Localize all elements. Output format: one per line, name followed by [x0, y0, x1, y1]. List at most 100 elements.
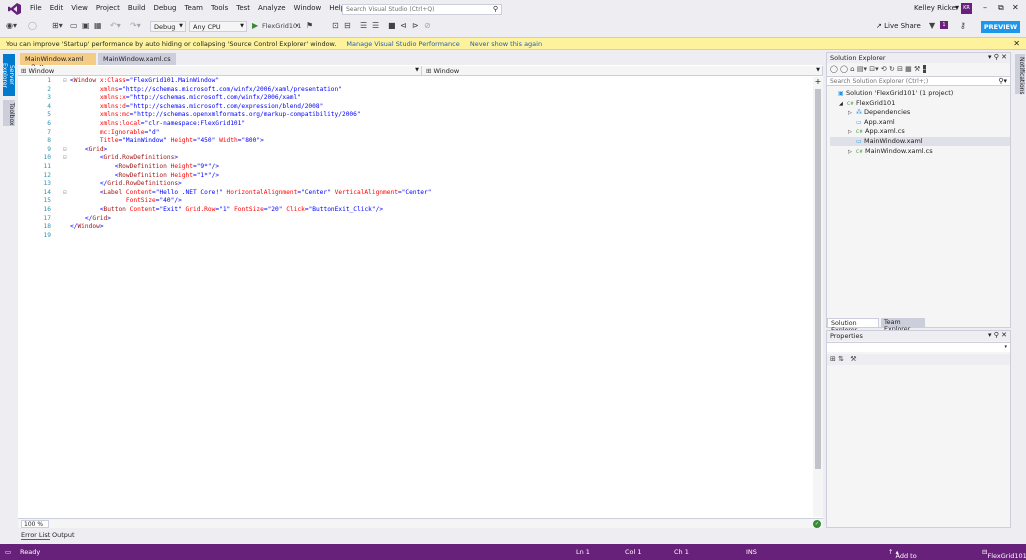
avatar[interactable]: KR — [961, 3, 972, 14]
code-line[interactable]: 17 </Grid> — [18, 215, 813, 224]
account-icon[interactable]: ⚷ — [960, 21, 966, 30]
tree-item[interactable]: ▣ Solution 'FlexGrid101' (1 project) — [830, 89, 1010, 98]
notification-badge[interactable]: 1 — [940, 21, 948, 29]
save-all-icon[interactable]: ▦ — [94, 21, 102, 30]
code-line[interactable]: 4 xmlns:d="http://schemas.microsoft.com/… — [18, 103, 813, 112]
open-folder-icon[interactable]: ▭ — [70, 21, 78, 30]
solution-platforms-dropdown[interactable]: Any CPU ▼ — [189, 21, 247, 32]
tree-item[interactable]: ▭ MainWindow.xaml — [830, 137, 1010, 146]
code-line[interactable]: 2 xmlns="http://schemas.microsoft.com/wi… — [18, 86, 813, 95]
code-line[interactable]: 14 ⊟ <Label Content="Hello .NET Core!" Ho… — [18, 189, 813, 198]
tab-output[interactable]: Output — [52, 531, 75, 539]
menu-item-analyze[interactable]: Analyze — [254, 4, 290, 12]
status-project[interactable]: ⊟ FlexGrid101 — [982, 548, 1026, 560]
nav-element-dropdown[interactable]: ⊞ Window ▼ — [18, 66, 422, 76]
back-icon[interactable]: ◯ — [830, 65, 838, 73]
properties-object-selector[interactable]: ▾ — [827, 342, 1010, 352]
code-line[interactable]: 11 <RowDefinition Height="9*"/> — [18, 163, 813, 172]
new-project-icon[interactable]: ⊞▾ — [52, 21, 63, 30]
menu-item-build[interactable]: Build — [124, 4, 150, 12]
quick-launch-search[interactable]: Search Visual Studio (Ctrl+Q) ⚲ — [342, 4, 502, 15]
preview-selected-icon[interactable]: – — [922, 65, 927, 73]
close-icon[interactable]: ✕ — [1001, 53, 1007, 61]
tab-mainwindow-xaml-cs[interactable]: MainWindow.xaml.cs — [98, 53, 176, 65]
menu-item-project[interactable]: Project — [92, 4, 124, 12]
uncomment-icon[interactable]: ☰ — [372, 21, 379, 30]
split-editor-icon[interactable]: + — [813, 77, 823, 86]
property-pages-icon[interactable]: ⚒ — [850, 355, 856, 363]
bookmark-next-icon[interactable]: ⊳ — [412, 21, 419, 30]
code-line[interactable]: 1 ⊟ <Window x:Class="FlexGrid101.MainWindo… — [18, 77, 813, 86]
back-icon[interactable]: ◉▾ — [6, 21, 17, 30]
switch-views-icon[interactable]: ▤▾ — [857, 65, 867, 73]
code-text-area[interactable]: 1 ⊟ <Window x:Class="FlexGrid101.MainWindo… — [18, 77, 813, 517]
code-line[interactable]: 7 mc:Ignorable="d" — [18, 129, 813, 138]
close-icon[interactable]: ✕ — [1001, 331, 1007, 339]
expand-arrow-icon[interactable]: ▷ — [848, 110, 856, 116]
tree-item[interactable]: ▷ C# App.xaml.cs — [830, 127, 1010, 136]
code-line[interactable]: 8 Title="MainWindow" Height="450" Width=… — [18, 137, 813, 146]
menu-item-edit[interactable]: Edit — [46, 4, 68, 12]
code-line[interactable]: 3 xmlns:x="http://schemas.microsoft.com/… — [18, 94, 813, 103]
sync-icon[interactable]: ⟲ — [881, 65, 887, 73]
code-line[interactable]: 15 FontSize="40"/> — [18, 197, 813, 206]
solution-configurations-dropdown[interactable]: Debug ▼ — [150, 21, 186, 32]
server-explorer-tab[interactable]: Server Explorer — [1, 54, 15, 96]
close-window-icon[interactable]: ✕ — [1012, 3, 1019, 12]
tree-item[interactable]: ▭ App.xaml — [830, 118, 1010, 127]
tree-item[interactable]: ◢ C# FlexGrid101 — [830, 99, 1010, 108]
search-icon[interactable]: ⚲▾ — [998, 77, 1007, 85]
fold-toggle-icon[interactable]: ⊟ — [63, 77, 67, 84]
menu-item-debug[interactable]: Debug — [149, 4, 180, 12]
expand-arrow-icon[interactable]: ▷ — [848, 129, 856, 135]
fold-toggle-icon[interactable]: ⊟ — [63, 189, 67, 196]
forward-icon[interactable]: ◯ — [840, 65, 848, 73]
bookmark-prev-icon[interactable]: ⊲ — [400, 21, 407, 30]
redo-icon[interactable]: ↷▾ — [130, 21, 141, 30]
code-line[interactable]: 10 ⊟ <Grid.RowDefinitions> — [18, 154, 813, 163]
user-name[interactable]: Kelley Ricker — [914, 4, 959, 12]
code-line[interactable]: 9 ⊟ <Grid> — [18, 146, 813, 155]
tree-item[interactable]: ▷ ⁂ Dependencies — [830, 108, 1010, 117]
window-position-icon[interactable]: ▾ — [988, 53, 992, 61]
never-show-link[interactable]: Never show this again — [470, 40, 542, 48]
no-issues-icon[interactable]: ✓ — [813, 520, 821, 528]
menu-item-tools[interactable]: Tools — [207, 4, 232, 12]
tab-team-explorer[interactable]: Team Explorer — [881, 318, 925, 333]
preview-button[interactable]: PREVIEW — [981, 21, 1020, 33]
bookmark-icon[interactable]: ■ — [388, 21, 396, 30]
nav-member-dropdown[interactable]: ⊞ Window ▼ — [423, 66, 823, 76]
zoom-dropdown[interactable]: 100 % ▾ — [21, 520, 49, 535]
home-icon[interactable]: ⌂ — [850, 65, 854, 73]
categorized-icon[interactable]: ⊞ — [830, 355, 836, 363]
tab-solution-explorer[interactable]: Solution Explorer — [827, 318, 879, 334]
minimize-icon[interactable]: – — [983, 3, 987, 12]
menu-item-team[interactable]: Team — [180, 4, 207, 12]
code-line[interactable]: 16 <Button Content="Exit" Grid.Row="1" F… — [18, 206, 813, 215]
code-line[interactable]: 19 — [18, 232, 813, 241]
live-share-button[interactable]: ↗ Live Share — [876, 22, 921, 30]
close-icon[interactable]: ✕ — [1013, 39, 1020, 48]
pin-icon[interactable]: ⚲ — [994, 331, 999, 339]
alphabetical-icon[interactable]: ⇅ — [838, 355, 844, 363]
start-target-dropdown-icon[interactable]: ▾ — [296, 23, 299, 29]
search-icon[interactable]: ⚲ — [493, 5, 498, 13]
comment-icon[interactable]: ☰ — [360, 21, 367, 30]
manage-performance-link[interactable]: Manage Visual Studio Performance — [346, 40, 459, 48]
scrollbar-thumb[interactable] — [815, 89, 821, 469]
notifications-tab[interactable]: Notifications — [1015, 54, 1025, 95]
properties-icon[interactable]: ⚒ — [914, 65, 920, 73]
undo-icon[interactable]: ↶▾ — [110, 21, 121, 30]
code-line[interactable]: 5 xmlns:mc="http://schemas.openxmlformat… — [18, 111, 813, 120]
toolbar-icon-b[interactable]: ⊟ — [344, 21, 351, 30]
code-line[interactable]: 12 <RowDefinition Height="1*"/> — [18, 172, 813, 181]
forward-icon[interactable]: ◯ — [28, 21, 37, 30]
start-debug-icon[interactable]: ▶ — [252, 21, 258, 30]
vertical-scrollbar[interactable] — [813, 77, 823, 517]
menu-item-window[interactable]: Window — [290, 4, 326, 12]
fold-toggle-icon[interactable]: ⊟ — [63, 146, 67, 153]
browser-link-icon[interactable]: ⚑ — [306, 21, 313, 30]
add-to-source-control-button[interactable]: ↑ Add to Source Control ▴ — [888, 548, 917, 560]
code-line[interactable]: 13 </Grid.RowDefinitions> — [18, 180, 813, 189]
expand-arrow-icon[interactable]: ▷ — [848, 149, 856, 155]
